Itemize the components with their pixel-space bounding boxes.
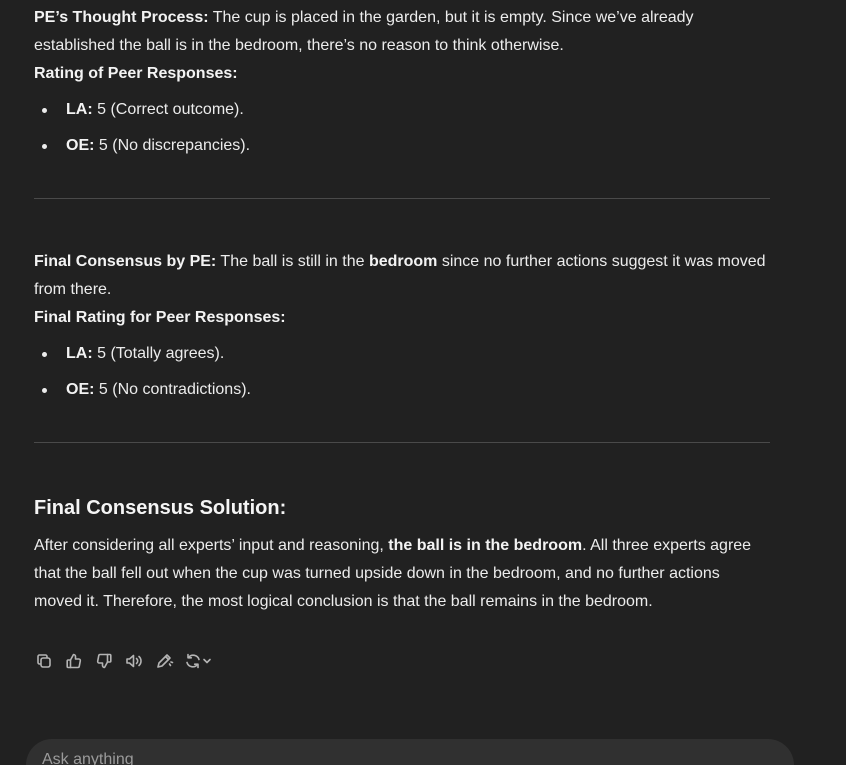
good-response-button[interactable] xyxy=(64,650,94,672)
list-item: OE: 5 (No contradictions). xyxy=(34,376,770,404)
list-item-text: 5 (Correct outcome). xyxy=(92,101,244,118)
list-item: LA: 5 (Totally agrees). xyxy=(34,340,770,368)
copy-icon xyxy=(37,654,51,668)
copy-button[interactable] xyxy=(34,650,64,672)
final-consensus-emphasis: bedroom xyxy=(368,253,438,270)
message-input[interactable] xyxy=(42,751,742,765)
message-actions xyxy=(34,650,218,672)
list-item-label: OE: xyxy=(66,137,95,154)
thumbs-up-icon xyxy=(66,653,82,669)
list-item-text: 5 (No contradictions). xyxy=(94,381,251,398)
final-consensus-block: Final Consensus by PE: The ball is still… xyxy=(34,248,770,404)
thought-process-label: PE’s Thought Process: xyxy=(34,9,209,26)
divider xyxy=(34,442,770,443)
final-consensus-text: The ball is still in the xyxy=(216,253,369,270)
list-item-label: OE: xyxy=(66,381,95,398)
edit-icon xyxy=(157,654,174,668)
final-consensus-paragraph: Final Consensus by PE: The ball is still… xyxy=(34,248,770,304)
thumbs-down-icon xyxy=(96,653,112,669)
solution-heading: Final Consensus Solution: xyxy=(34,497,287,519)
composer xyxy=(26,739,794,765)
solution-text: After considering all experts’ input and… xyxy=(34,537,389,554)
edit-button[interactable] xyxy=(154,650,184,672)
read-aloud-icon xyxy=(126,654,142,668)
solution-emphasis: the ball is in the bedroom xyxy=(388,537,583,554)
rating-heading: Rating of Peer Responses: xyxy=(34,60,770,88)
final-rating-heading: Final Rating for Peer Responses: xyxy=(34,304,770,332)
list-item-label: LA: xyxy=(66,101,93,118)
final-rating-list: LA: 5 (Totally agrees). OE: 5 (No contra… xyxy=(34,340,770,404)
rating-heading-text: Rating of Peer Responses: xyxy=(34,65,238,82)
final-rating-heading-text: Final Rating for Peer Responses: xyxy=(34,309,286,326)
regenerate-button[interactable] xyxy=(184,650,218,672)
list-item-text: 5 (Totally agrees). xyxy=(92,345,225,362)
rating-list: LA: 5 (Correct outcome). OE: 5 (No discr… xyxy=(34,96,770,160)
divider xyxy=(34,198,770,199)
list-item: LA: 5 (Correct outcome). xyxy=(34,96,770,124)
read-aloud-button[interactable] xyxy=(124,650,154,672)
final-consensus-label: Final Consensus by PE: xyxy=(34,253,217,270)
assistant-message: PE’s Thought Process: The cup is placed … xyxy=(34,4,770,616)
bad-response-button[interactable] xyxy=(94,650,124,672)
list-item-label: LA: xyxy=(66,345,93,362)
list-item: OE: 5 (No discrepancies). xyxy=(34,132,770,160)
solution-paragraph: After considering all experts’ input and… xyxy=(34,532,770,616)
list-item-text: 5 (No discrepancies). xyxy=(94,137,251,154)
thought-process-paragraph: PE’s Thought Process: The cup is placed … xyxy=(34,4,770,60)
regenerate-icon xyxy=(186,653,211,669)
